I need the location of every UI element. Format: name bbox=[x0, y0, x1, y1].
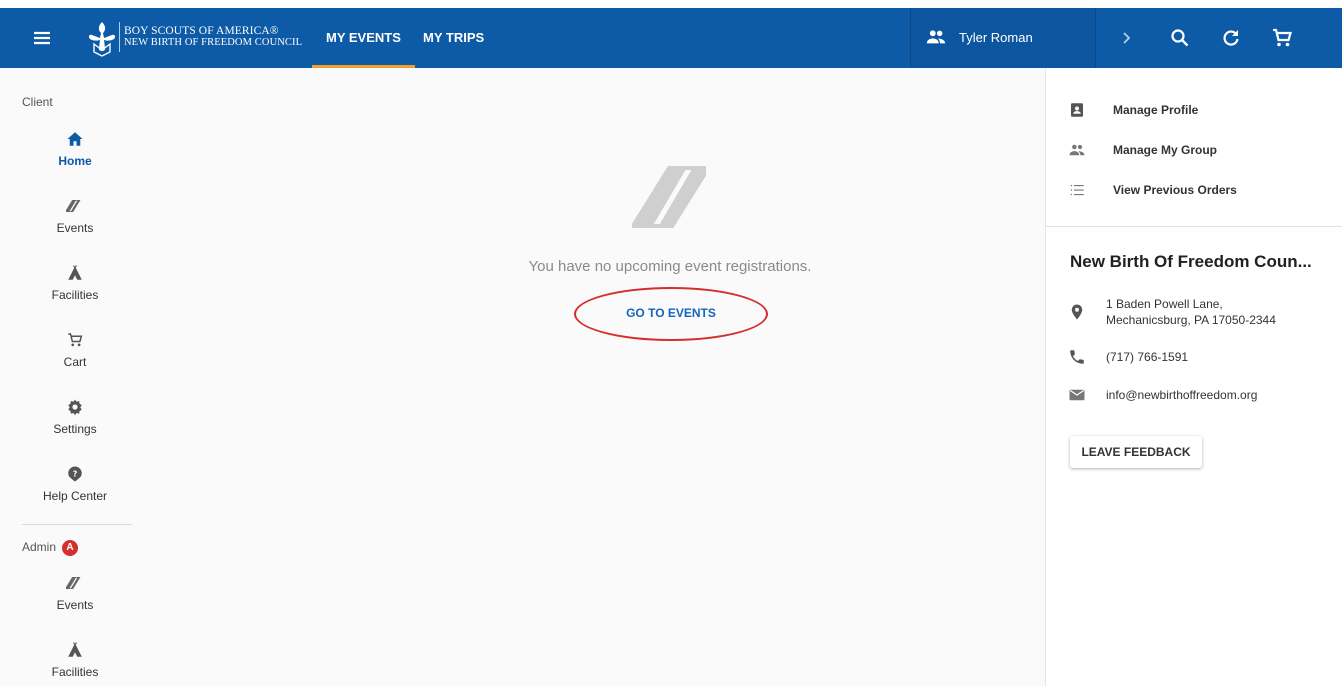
sidebar-divider bbox=[22, 524, 132, 525]
gear-icon bbox=[68, 399, 82, 416]
admin-section-label: Admin A bbox=[22, 540, 79, 556]
location-pin-icon bbox=[1071, 304, 1083, 320]
people-icon bbox=[926, 30, 946, 44]
link-label: Manage Profile bbox=[1113, 103, 1199, 117]
sidebar-item-events[interactable]: Events bbox=[10, 197, 140, 253]
chevron-right-icon[interactable] bbox=[1114, 26, 1138, 50]
right-panel-divider bbox=[1046, 226, 1342, 227]
ticket-icon bbox=[66, 200, 81, 212]
org-name-line2: NEW BIRTH OF FREEDOM COUNCIL bbox=[124, 37, 303, 48]
client-section-label: Client bbox=[22, 95, 53, 109]
address-line1: 1 Baden Powell Lane, bbox=[1106, 297, 1223, 311]
sidebar-item-label: Events bbox=[56, 598, 94, 612]
mail-icon bbox=[1069, 389, 1085, 401]
tent-icon bbox=[68, 265, 82, 280]
tab-my-trips[interactable]: MY TRIPS bbox=[423, 8, 484, 68]
ticket-icon bbox=[66, 577, 81, 589]
user-name: Tyler Roman bbox=[959, 30, 1033, 45]
sidebar-item-label: Home bbox=[58, 154, 92, 168]
sidebar-item-home[interactable]: Home bbox=[10, 130, 140, 186]
address-line2: Mechanicsburg, PA 17050-2344 bbox=[1106, 313, 1276, 327]
cart-icon bbox=[68, 333, 83, 347]
cart-icon[interactable] bbox=[1270, 26, 1294, 50]
top-app-bar: BOY SCOUTS OF AMERICA® NEW BIRTH OF FREE… bbox=[0, 0, 1342, 68]
empty-state-message: You have no upcoming event registrations… bbox=[528, 258, 812, 275]
sidebar-item-label: Help Center bbox=[42, 489, 108, 503]
user-menu[interactable]: Tyler Roman bbox=[910, 8, 1096, 68]
org-name-line1: BOY SCOUTS OF AMERICA® bbox=[124, 25, 279, 37]
admin-label: Admin bbox=[22, 540, 57, 555]
sidebar-item-help-center[interactable]: ? Help Center bbox=[10, 465, 140, 521]
sidebar-item-facilities[interactable]: Facilities bbox=[10, 264, 140, 320]
logo-divider bbox=[119, 22, 120, 52]
menu-icon[interactable] bbox=[30, 26, 54, 50]
left-sidebar: Client Home Events Facilities Cart Setti… bbox=[0, 68, 140, 686]
svg-text:?: ? bbox=[73, 468, 78, 478]
help-icon: ? bbox=[68, 466, 82, 482]
sidebar-item-label: Settings bbox=[53, 422, 97, 436]
council-name: New Birth Of Freedom Coun... bbox=[1070, 252, 1312, 271]
sidebar-item-label: Events bbox=[56, 221, 94, 235]
group-icon bbox=[1069, 144, 1085, 156]
sidebar-item-label: Facilities bbox=[51, 288, 99, 302]
email-address[interactable]: info@newbirthoffreedom.org bbox=[1106, 387, 1257, 403]
tent-icon bbox=[68, 642, 82, 657]
phone-number[interactable]: (717) 766-1591 bbox=[1106, 349, 1188, 365]
sidebar-item-settings[interactable]: Settings bbox=[10, 398, 140, 454]
profile-icon bbox=[1071, 103, 1083, 117]
sidebar-item-cart[interactable]: Cart bbox=[10, 331, 140, 387]
right-panel: Manage Profile Manage My Group View Prev… bbox=[1045, 68, 1342, 686]
go-to-events-button[interactable]: GO TO EVENTS bbox=[576, 293, 766, 333]
admin-badge: A bbox=[62, 540, 79, 556]
phone-icon bbox=[1070, 350, 1084, 364]
sidebar-item-label: Cart bbox=[63, 355, 87, 369]
ticket-icon bbox=[632, 166, 706, 228]
list-icon bbox=[1070, 184, 1084, 196]
sidebar-item-admin-events[interactable]: Events bbox=[10, 574, 140, 630]
sidebar-item-admin-facilities[interactable]: Facilities bbox=[10, 641, 140, 686]
home-icon bbox=[67, 132, 83, 146]
refresh-icon[interactable] bbox=[1219, 26, 1243, 50]
bsa-logo[interactable] bbox=[84, 18, 120, 58]
search-icon[interactable] bbox=[1168, 26, 1192, 50]
sidebar-item-label: Facilities bbox=[51, 665, 99, 679]
org-name: BOY SCOUTS OF AMERICA® NEW BIRTH OF FREE… bbox=[124, 25, 302, 49]
link-label: View Previous Orders bbox=[1113, 183, 1237, 197]
link-label: Manage My Group bbox=[1113, 143, 1218, 157]
leave-feedback-button[interactable]: LEAVE FEEDBACK bbox=[1070, 436, 1202, 468]
tab-my-events[interactable]: MY EVENTS bbox=[312, 8, 415, 68]
